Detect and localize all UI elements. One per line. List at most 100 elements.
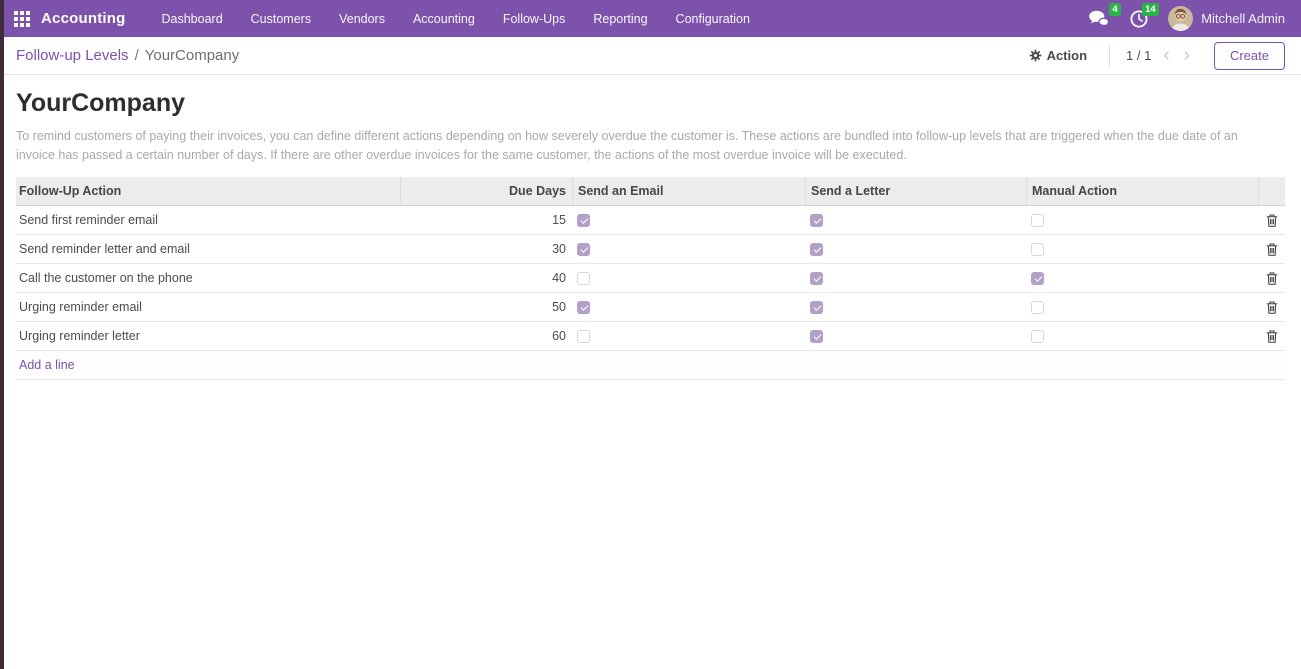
nav-item-follow-ups[interactable]: Follow-Ups [491, 2, 578, 36]
nav-menus: DashboardCustomersVendorsAccountingFollo… [150, 2, 762, 36]
breadcrumb-current: YourCompany [145, 47, 240, 64]
trash-icon[interactable] [1266, 330, 1278, 343]
pager-previous-button[interactable]: ‹ [1161, 49, 1171, 63]
nav-item-vendors[interactable]: Vendors [327, 2, 397, 36]
pager: 1 / 1 ‹ › [1126, 48, 1192, 63]
send-email-cell [572, 330, 805, 343]
trash-icon[interactable] [1266, 272, 1278, 285]
followup-levels-table: Follow-Up Action Due Days Send an Email … [16, 177, 1285, 380]
send-letter-cell [805, 330, 1026, 343]
followup-level-row: Call the customer on the phone40 [16, 264, 1285, 293]
manual-action-cell [1026, 330, 1258, 343]
send-email-checkbox[interactable] [577, 243, 590, 256]
table-body: Send first reminder email15Send reminder… [16, 206, 1285, 351]
due-days-cell[interactable]: 60 [400, 329, 572, 343]
manual-action-checkbox[interactable] [1031, 214, 1044, 227]
send-email-checkbox[interactable] [577, 272, 590, 285]
messages-button[interactable]: 4 [1088, 10, 1110, 27]
pager-next-button[interactable]: › [1182, 49, 1192, 63]
followup-action-cell[interactable]: Call the customer on the phone [16, 271, 400, 285]
due-days-cell[interactable]: 15 [400, 213, 572, 227]
action-menu-label: Action [1047, 48, 1087, 63]
nav-item-dashboard[interactable]: Dashboard [150, 2, 235, 36]
followup-level-row: Urging reminder email50 [16, 293, 1285, 322]
create-button[interactable]: Create [1214, 42, 1285, 70]
send-letter-cell [805, 301, 1026, 314]
send-email-checkbox[interactable] [577, 214, 590, 227]
control-panel: Follow-up Levels / YourCompany Action 1 … [0, 37, 1301, 75]
nav-item-configuration[interactable]: Configuration [664, 2, 762, 36]
followup-action-cell[interactable]: Send first reminder email [16, 213, 400, 227]
manual-action-cell [1026, 243, 1258, 256]
send-email-cell [572, 272, 805, 285]
page-title: YourCompany [16, 89, 1285, 118]
column-header-send-email[interactable]: Send an Email [572, 177, 805, 205]
activities-button[interactable]: 14 [1130, 10, 1148, 28]
followup-action-cell[interactable]: Urging reminder letter [16, 329, 400, 343]
chat-bubbles-icon [1088, 10, 1110, 27]
breadcrumb-parent-link[interactable]: Follow-up Levels [16, 47, 129, 64]
send-letter-checkbox[interactable] [810, 214, 823, 227]
followup-level-row: Urging reminder letter60 [16, 322, 1285, 351]
due-days-cell[interactable]: 40 [400, 271, 572, 285]
delete-cell [1258, 272, 1285, 285]
window-edge [0, 0, 4, 669]
trash-icon[interactable] [1266, 243, 1278, 256]
manual-action-checkbox[interactable] [1031, 272, 1044, 285]
send-email-checkbox[interactable] [577, 301, 590, 314]
send-email-cell [572, 214, 805, 227]
send-letter-checkbox[interactable] [810, 330, 823, 343]
due-days-cell[interactable]: 30 [400, 242, 572, 256]
breadcrumb-separator: / [135, 47, 139, 64]
followup-action-cell[interactable]: Urging reminder email [16, 300, 400, 314]
app-name[interactable]: Accounting [41, 10, 126, 27]
manual-action-cell [1026, 214, 1258, 227]
followup-level-row: Send first reminder email15 [16, 206, 1285, 235]
pager-value: 1 / 1 [1126, 48, 1151, 63]
send-email-checkbox[interactable] [577, 330, 590, 343]
delete-cell [1258, 243, 1285, 256]
nav-item-accounting[interactable]: Accounting [401, 2, 487, 36]
page-description: To remind customers of paying their invo… [16, 127, 1269, 164]
gear-icon [1029, 49, 1042, 62]
send-email-cell [572, 301, 805, 314]
add-a-line-link[interactable]: Add a line [19, 358, 75, 372]
followup-action-cell[interactable]: Send reminder letter and email [16, 242, 400, 256]
action-menu-button[interactable]: Action [1023, 44, 1093, 67]
nav-item-reporting[interactable]: Reporting [581, 2, 659, 36]
manual-action-cell [1026, 272, 1258, 285]
trash-icon[interactable] [1266, 301, 1278, 314]
due-days-cell[interactable]: 50 [400, 300, 572, 314]
column-header-manual-action[interactable]: Manual Action [1026, 177, 1258, 205]
delete-cell [1258, 301, 1285, 314]
followup-level-row: Send reminder letter and email30 [16, 235, 1285, 264]
user-name: Mitchell Admin [1201, 11, 1285, 26]
column-header-send-letter[interactable]: Send a Letter [805, 177, 1026, 205]
divider [1109, 45, 1110, 67]
form-sheet: YourCompany To remind customers of payin… [0, 75, 1301, 380]
manual-action-checkbox[interactable] [1031, 243, 1044, 256]
table-header-row: Follow-Up Action Due Days Send an Email … [16, 177, 1285, 206]
send-letter-cell [805, 272, 1026, 285]
manual-action-cell [1026, 301, 1258, 314]
send-letter-checkbox[interactable] [810, 243, 823, 256]
send-letter-cell [805, 243, 1026, 256]
avatar [1168, 6, 1193, 31]
add-line-row: Add a line [16, 351, 1285, 380]
column-header-due-days[interactable]: Due Days [400, 177, 572, 205]
breadcrumb: Follow-up Levels / YourCompany [16, 47, 239, 64]
send-letter-checkbox[interactable] [810, 301, 823, 314]
column-header-delete [1258, 177, 1285, 205]
activities-count-badge: 14 [1142, 3, 1160, 16]
column-header-followup-action[interactable]: Follow-Up Action [16, 177, 400, 205]
send-email-cell [572, 243, 805, 256]
user-menu[interactable]: Mitchell Admin [1168, 6, 1285, 31]
manual-action-checkbox[interactable] [1031, 301, 1044, 314]
nav-item-customers[interactable]: Customers [239, 2, 323, 36]
send-letter-checkbox[interactable] [810, 272, 823, 285]
trash-icon[interactable] [1266, 214, 1278, 227]
manual-action-checkbox[interactable] [1031, 330, 1044, 343]
top-navbar: Accounting DashboardCustomersVendorsAcco… [0, 0, 1301, 37]
apps-menu-icon[interactable] [14, 11, 30, 27]
messages-count-badge: 4 [1109, 3, 1121, 16]
